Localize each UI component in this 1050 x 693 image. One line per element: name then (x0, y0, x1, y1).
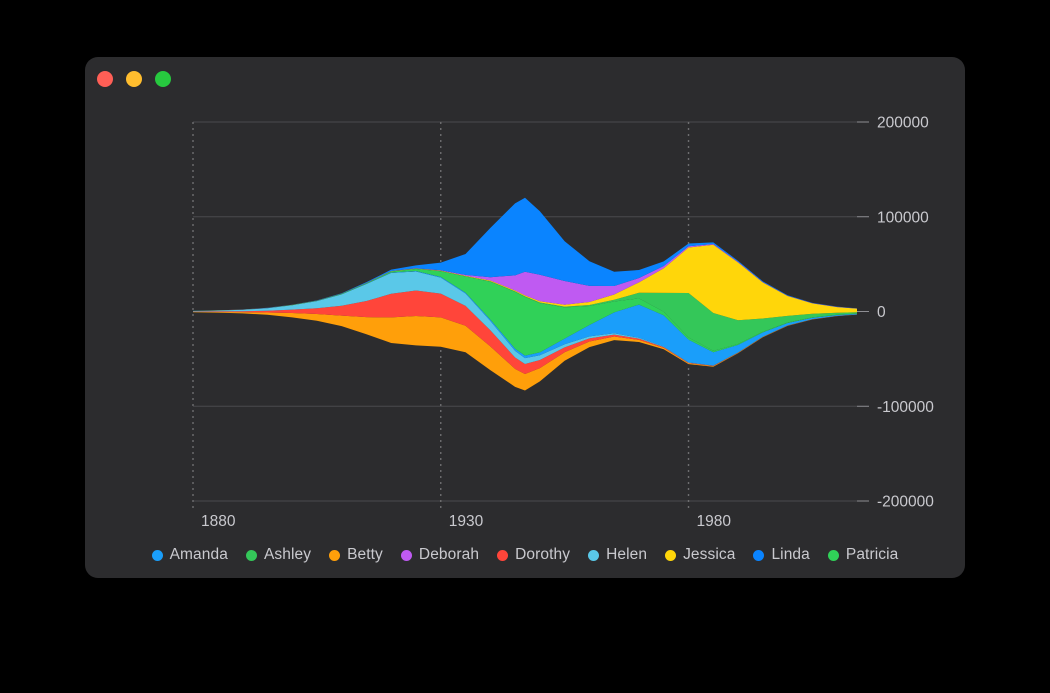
circle-swatch (753, 549, 765, 561)
y-axis-tick-label: 200000 (877, 115, 929, 132)
legend-item-linda[interactable]: Linda (753, 546, 810, 564)
circle-swatch (245, 549, 257, 561)
streamgraph-chart[interactable]: 200000 100000 0 -100000 -200000 1880 1930 1980 (85, 99, 965, 578)
y-axis-tick-label: -100000 (877, 399, 934, 416)
legend-item-label: Helen (606, 546, 648, 563)
legend-item-jessica[interactable]: Jessica (665, 546, 735, 564)
y-axis-tick-label: 100000 (877, 209, 929, 226)
legend-item-label: Jessica (683, 546, 736, 563)
chart-legend: Amanda Ashley Betty Deborah Dorothy Helen Jess… (85, 546, 965, 564)
circle-swatch (588, 549, 600, 561)
x-axis-tick-label: 1880 (201, 513, 236, 530)
maximize-window-button[interactable] (155, 71, 171, 87)
legend-item-deborah[interactable]: Deborah (400, 546, 480, 564)
circle-swatch (151, 549, 163, 561)
legend-item-label: Linda (771, 546, 810, 563)
legend-item-label: Deborah (418, 546, 480, 563)
y-axis-tick-label: 0 (877, 304, 886, 321)
legend-item-label: Patricia (845, 546, 899, 563)
legend-item-label: Ashley (263, 546, 312, 563)
x-axis-tick-labels: 1880 1930 1980 (201, 513, 731, 530)
legend-item-dorothy[interactable]: Dorothy (497, 546, 570, 564)
legend-item-amanda[interactable]: Amanda (151, 546, 228, 564)
legend-item-helen[interactable]: Helen (588, 546, 647, 564)
y-axis-tick-label: -200000 (877, 494, 934, 511)
close-window-button[interactable] (97, 71, 113, 87)
circle-swatch (329, 549, 341, 561)
circle-swatch (827, 549, 839, 561)
circle-swatch (665, 549, 677, 561)
app-window: 200000 100000 0 -100000 -200000 1880 1930 1980… (85, 57, 965, 578)
legend-item-patricia[interactable]: Patricia (827, 546, 899, 564)
legend-item-ashley[interactable]: Ashley (245, 546, 312, 564)
x-axis-tick-label: 1980 (697, 513, 732, 530)
x-axis-tick-label: 1930 (449, 513, 484, 530)
chart-region: 200000 100000 0 -100000 -200000 1880 1930 1980 (85, 99, 965, 578)
legend-item-betty[interactable]: Betty (329, 546, 383, 564)
y-axis-tick-labels: 200000 100000 0 -100000 -200000 (877, 115, 934, 511)
circle-swatch (400, 549, 412, 561)
legend-item-label: Dorothy (515, 546, 571, 563)
stream-layers (193, 197, 857, 391)
window-titlebar (85, 57, 965, 99)
legend-item-label: Betty (347, 546, 383, 563)
circle-swatch (497, 549, 509, 561)
minimize-window-button[interactable] (126, 71, 142, 87)
legend-item-label: Amanda (169, 546, 228, 563)
